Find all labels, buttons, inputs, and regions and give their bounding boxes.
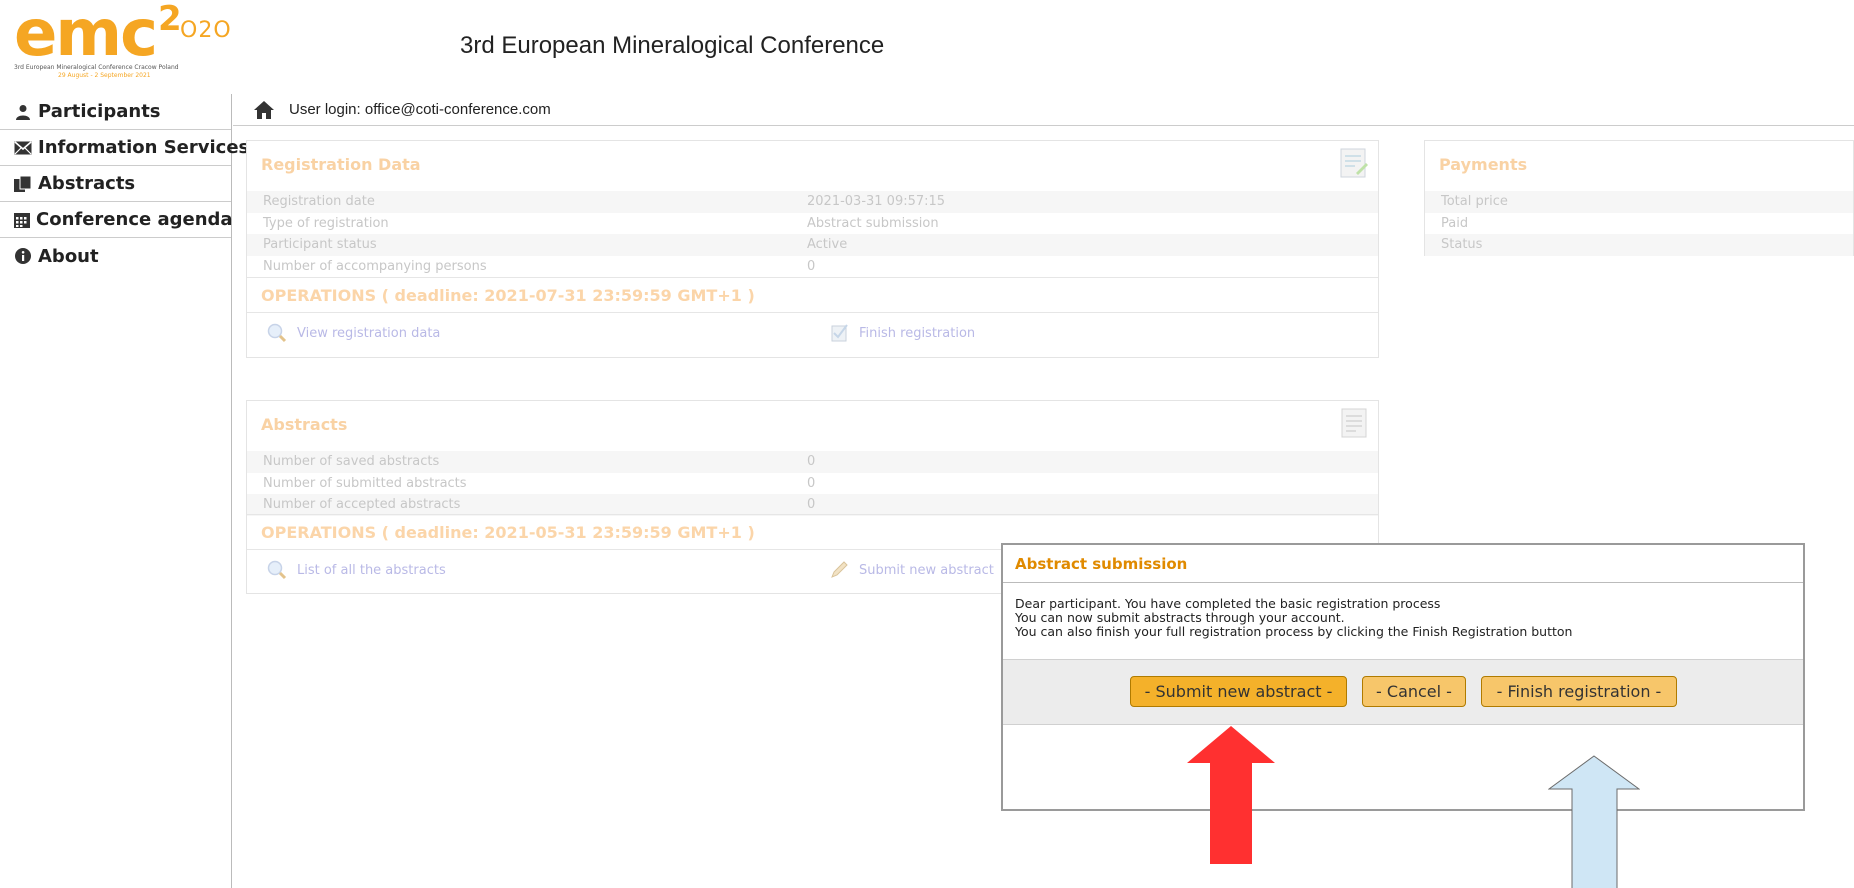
registration-data-panel: Registration Data Registration date 2021-… [246,140,1379,358]
home-icon[interactable] [253,100,275,120]
sidebar-item-participants[interactable]: Participants [0,94,231,130]
finish-registration-button[interactable]: - Finish registration - [1481,676,1677,707]
submit-new-abstract-link[interactable]: Submit new abstract [829,560,994,580]
logo-superscript: 2 [158,0,182,39]
submit-new-abstract-button[interactable]: - Submit new abstract - [1130,676,1347,707]
registration-operations-heading: OPERATIONS ( deadline: 2021-07-31 23:59:… [247,277,1378,313]
envelope-icon [14,139,32,157]
row-value: 0 [807,497,816,513]
table-row: Registration date 2021-03-31 09:57:15 [247,191,1378,213]
row-label: Registration date [263,194,375,210]
sidebar-item-about[interactable]: About [0,238,231,274]
sidebar-item-label: About [38,245,99,267]
link-label: View registration data [297,325,441,341]
list-abstracts-link[interactable]: List of all the abstracts [267,560,446,580]
row-value: 0 [807,258,816,274]
row-label: Number of accepted abstracts [263,497,461,513]
row-value: 0 [807,475,816,491]
registration-rows: Registration date 2021-03-31 09:57:15 Typ… [247,191,1378,277]
sidebar-item-information-services[interactable]: Information Services [0,130,249,166]
dialog-button-bar: - Submit new abstract - - Cancel - - Fin… [1003,659,1803,725]
dialog-message-line: You can also finish your full registrati… [1015,624,1573,639]
row-value: Active [807,237,848,253]
sidebar-item-label: Conference agenda [36,209,233,230]
logo-year: O2O [180,18,232,43]
table-row: Number of saved abstracts 0 [247,451,1378,473]
info-icon [14,247,32,265]
payments-panel: Payments Total price Paid Status [1424,140,1854,256]
row-value: 2021-03-31 09:57:15 [807,194,946,210]
user-bar: User login: office@coti-conference.com [233,94,1854,126]
table-row: Status [1425,234,1853,256]
table-row: Number of submitted abstracts 0 [247,473,1378,495]
calendar-icon [14,211,30,229]
sidebar-item-label: Participants [38,101,161,122]
panel-title: Registration Data [261,155,421,174]
sidebar-item-label: Abstracts [38,173,136,194]
panel-title: Abstracts [261,415,348,434]
documents-icon [14,175,32,193]
page-title: 3rd European Mineralogical Conference [460,32,885,59]
row-label: Number of accompanying persons [263,258,487,274]
dialog-message-line: You can now submit abstracts through you… [1015,610,1345,625]
table-row: Number of accepted abstracts 0 [247,494,1378,516]
red-up-arrow [1187,726,1275,864]
row-value: Abstract submission [807,215,939,231]
user-login-label: User login: office@coti-conference.com [289,101,551,118]
logo-subtitle: 3rd European Mineralogical Conference Cr… [14,64,179,71]
logo-dates: 29 August - 2 September 2021 [58,72,151,79]
link-label: Submit new abstract [859,562,994,578]
row-label: Total price [1441,194,1508,210]
row-label: Participant status [263,237,377,253]
link-label: List of all the abstracts [297,562,446,578]
link-label: Finish registration [859,325,976,341]
abstract-submission-dialog: Abstract submission Dear participant. Yo… [1001,543,1805,811]
pencil-icon [831,561,848,578]
payments-rows: Total price Paid Status [1425,191,1853,256]
table-row: Type of registration Abstract submission [247,213,1378,235]
sidebar-item-abstracts[interactable]: Abstracts [0,166,231,202]
table-row: Number of accompanying persons 0 [247,256,1378,278]
dialog-title: Abstract submission [1003,545,1803,583]
table-row: Participant status Active [247,234,1378,256]
finish-registration-link[interactable]: Finish registration [829,323,975,343]
checklist-icon [831,324,848,342]
panel-title: Payments [1439,155,1528,174]
row-value: 0 [807,454,816,470]
header: emc 2 O2O 3rd European Mineralogical Con… [0,0,1854,86]
logo-text: emc [14,0,158,71]
sidebar-item-conference-agenda[interactable]: Conference agenda [0,202,233,238]
table-row: Paid [1425,213,1853,235]
view-registration-data-link[interactable]: View registration data [267,323,440,343]
dialog-message-line: Dear participant. You have completed the… [1015,596,1441,611]
edit-document-icon[interactable] [1338,147,1370,179]
row-label: Number of submitted abstracts [263,475,467,491]
document-icon[interactable] [1338,407,1370,439]
magnifier-icon [267,323,287,343]
row-label: Number of saved abstracts [263,454,440,470]
magnifier-icon [267,560,287,580]
cancel-button[interactable]: - Cancel - [1362,676,1466,707]
user-icon [14,103,32,121]
conference-logo[interactable]: emc 2 O2O 3rd European Mineralogical Con… [10,2,231,84]
dialog-message: Dear participant. You have completed the… [1003,583,1803,659]
abstracts-rows: Number of saved abstracts 0 Number of sub… [247,451,1378,516]
row-label: Status [1441,237,1483,253]
row-label: Paid [1441,215,1469,231]
row-label: Type of registration [263,215,389,231]
sidebar-item-label: Information Services [38,137,250,158]
sidebar: Participants Information Services Abstra… [0,94,249,888]
blue-up-arrow [1548,755,1640,888]
table-row: Total price [1425,191,1853,213]
